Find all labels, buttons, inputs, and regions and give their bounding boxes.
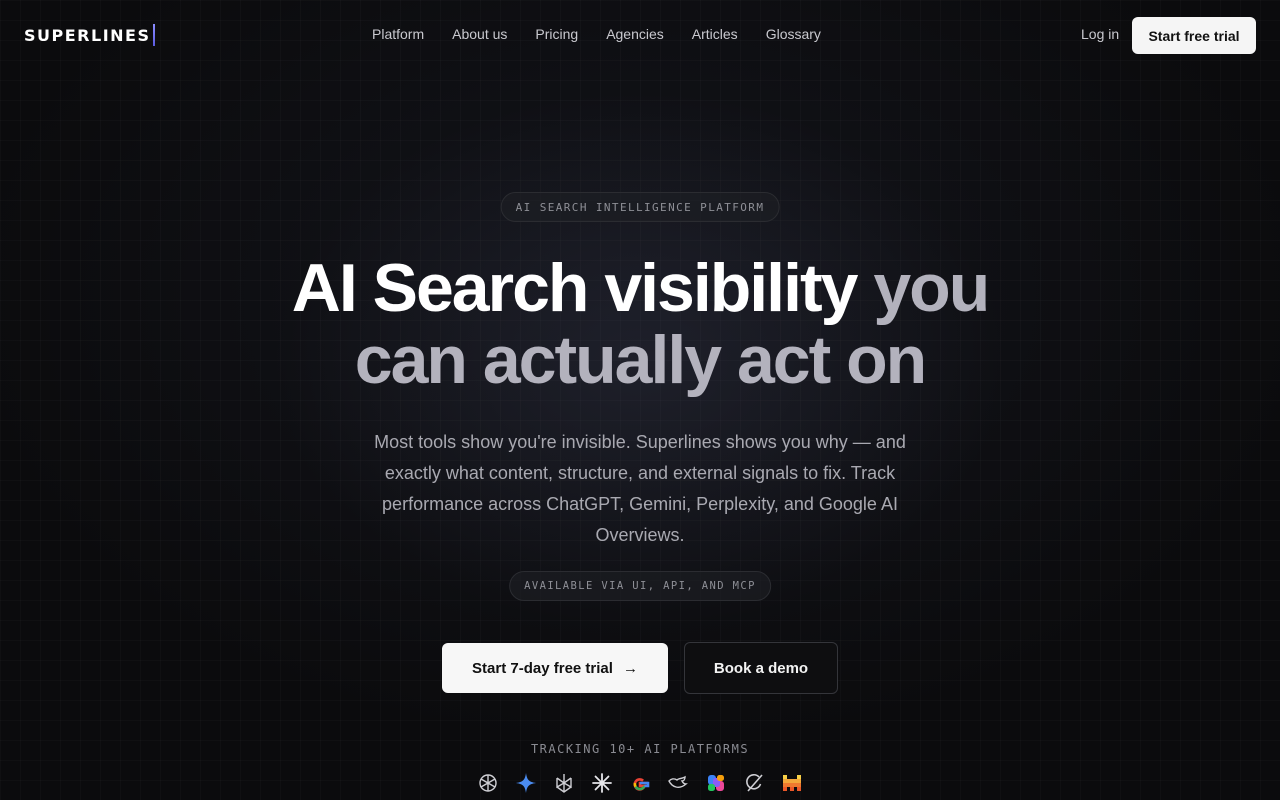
arrow-right-icon: → xyxy=(622,659,638,677)
eyebrow-badge: AI SEARCH INTELLIGENCE PLATFORM xyxy=(500,192,780,222)
deepseek-icon xyxy=(667,772,689,794)
start-free-trial-button[interactable]: Start free trial xyxy=(1132,17,1256,54)
logo[interactable]: SUPERLINES xyxy=(24,24,156,46)
book-demo-button[interactable]: Book a demo xyxy=(684,642,838,694)
gemini-icon xyxy=(515,772,537,794)
login-link[interactable]: Log in xyxy=(1081,26,1119,42)
platform-icons xyxy=(477,772,803,794)
logo-text: SUPERLINES xyxy=(24,25,151,45)
start-trial-cta-label: Start 7-day free trial xyxy=(472,659,613,677)
google-icon xyxy=(629,772,651,794)
hero-title-gray-2: can actually act on xyxy=(354,322,927,398)
site-header: SUPERLINES Platform About us Pricing Age… xyxy=(0,0,1280,70)
claude-icon xyxy=(591,772,613,794)
mistral-icon xyxy=(781,772,803,794)
nav-item-agencies[interactable]: Agencies xyxy=(606,26,664,42)
availability-badge: AVAILABLE VIA UI, API, AND MCP xyxy=(509,571,771,601)
hero-title-gray-1: you xyxy=(873,250,990,326)
perplexity-icon xyxy=(553,772,575,794)
hero-subtitle: Most tools show you're invisible. Superl… xyxy=(374,432,906,545)
main-nav: Platform About us Pricing Agencies Artic… xyxy=(372,26,821,42)
nav-item-articles[interactable]: Articles xyxy=(692,26,738,42)
tracking-label: TRACKING 10+ AI PLATFORMS xyxy=(530,742,750,756)
start-trial-cta-button[interactable]: Start 7-day free trial → xyxy=(442,643,668,693)
nav-item-glossary[interactable]: Glossary xyxy=(766,26,821,42)
nav-item-about-us[interactable]: About us xyxy=(452,26,507,42)
hero-title: AI Search visibility you can actually ac… xyxy=(0,252,1280,396)
grok-icon xyxy=(743,772,765,794)
hero-title-white: AI Search visibility xyxy=(291,250,859,326)
openai-icon xyxy=(477,772,499,794)
copilot-icon xyxy=(705,772,727,794)
nav-item-pricing[interactable]: Pricing xyxy=(535,26,578,42)
logo-bar-icon xyxy=(153,24,156,46)
nav-item-platform[interactable]: Platform xyxy=(372,26,424,42)
